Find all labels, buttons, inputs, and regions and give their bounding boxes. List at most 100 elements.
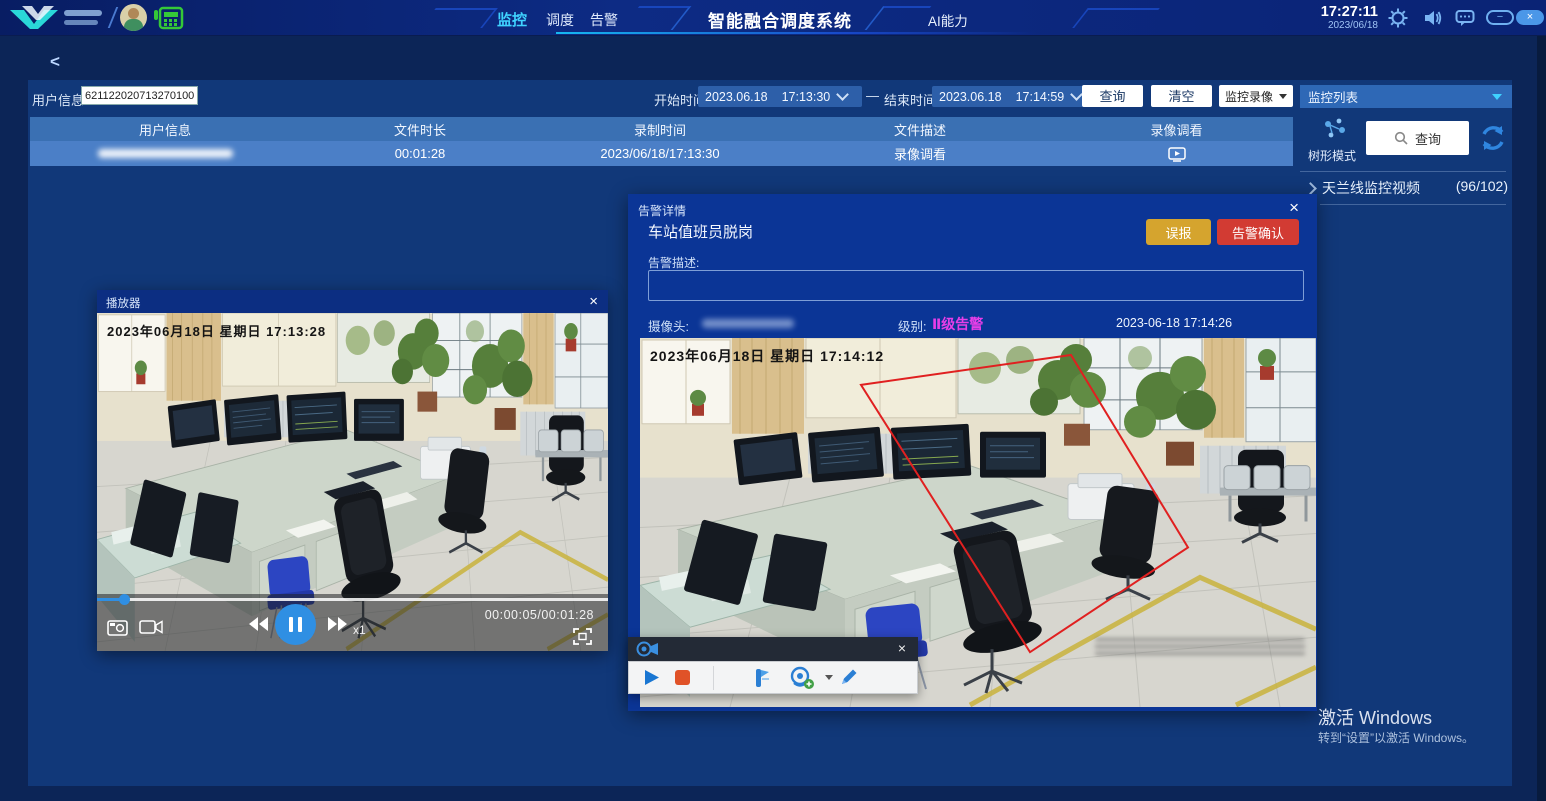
- start-time-picker[interactable]: 2023.06.18 17:13:30: [698, 86, 862, 107]
- rewind-icon[interactable]: [249, 617, 269, 631]
- back-button[interactable]: <: [50, 52, 60, 72]
- brand-divider: [108, 7, 118, 28]
- cell-user-blurred: [30, 146, 300, 161]
- stop-button[interactable]: [675, 670, 690, 685]
- alarm-desc-label: 告警描述:: [648, 254, 699, 271]
- clock-time: 17:27:11: [1320, 4, 1378, 20]
- sidebar-divider: [1300, 171, 1506, 172]
- blurred-watermark: [1095, 638, 1305, 656]
- tab-dispatch[interactable]: 调度: [546, 10, 574, 30]
- table-row[interactable]: 00:01:28 2023/06/18/17:13:30 录像调看: [30, 141, 1293, 166]
- brand-logo: [8, 4, 108, 31]
- video-timestamp: 2023年06月18日 星期日 17:13:28: [107, 321, 326, 340]
- tab-ai[interactable]: AI能力: [928, 10, 968, 30]
- monitor-list-header[interactable]: 监控列表: [1300, 85, 1512, 108]
- pause-button[interactable]: [275, 604, 316, 645]
- window-close-button[interactable]: ×: [1516, 10, 1544, 25]
- deco-line: [420, 8, 498, 28]
- monitor-list-title: 监控列表: [1308, 87, 1358, 106]
- caret-down-icon: [1279, 94, 1287, 99]
- user-info-label: 用户信息: [32, 90, 84, 109]
- speed-label[interactable]: x1: [353, 623, 366, 637]
- alarm-desc-input[interactable]: [648, 270, 1304, 301]
- cell-duration: 00:01:28: [300, 146, 540, 161]
- deco-line: [1072, 8, 1160, 28]
- tab-monitor[interactable]: 监控: [497, 9, 527, 30]
- windows-activate-subtext: 转到“设置”以激活 Windows。: [1318, 729, 1474, 746]
- record-toolbar-body: [628, 661, 918, 694]
- progress-handle[interactable]: [119, 594, 130, 605]
- sidebar-search-label: 查询: [1415, 129, 1441, 148]
- user-avatar[interactable]: [120, 4, 147, 31]
- app-window: 监控 调度 告警 智能融合调度系统 AI能力 17:27:11 2023/06/…: [0, 0, 1546, 801]
- camera-name-blurred: [702, 319, 794, 328]
- fullscreen-icon[interactable]: [573, 628, 592, 645]
- snapshot-icon[interactable]: [107, 618, 128, 636]
- tab-alarm[interactable]: 告警: [590, 10, 618, 30]
- caret-down-icon[interactable]: [825, 675, 833, 680]
- player-close-icon[interactable]: ×: [589, 293, 598, 310]
- col-view: 录像调看: [1060, 120, 1293, 139]
- record-toolbar-titlebar: ×: [628, 637, 918, 661]
- player-video-frame[interactable]: 2023年06月18日 星期日 17:13:28: [97, 313, 608, 651]
- refresh-icon[interactable]: [1478, 123, 1508, 153]
- record-type-dropdown[interactable]: 监控录像: [1219, 85, 1293, 107]
- col-record-time: 录制时间: [540, 120, 780, 139]
- progress-track[interactable]: [97, 598, 608, 601]
- search-icon: [1394, 131, 1408, 145]
- view-recording-icon[interactable]: [1168, 147, 1186, 162]
- cell-record-time: 2023/06/18/17:13:30: [540, 146, 780, 161]
- top-bar: 监控 调度 告警 智能融合调度系统 AI能力 17:27:11 2023/06/…: [0, 0, 1546, 36]
- sidebar-item-line[interactable]: 天兰线监控视频: [1322, 178, 1420, 198]
- toolbar-close-icon[interactable]: ×: [898, 640, 906, 656]
- start-time-value: 17:13:30: [782, 90, 831, 104]
- dialog-close-icon[interactable]: ×: [1289, 198, 1299, 218]
- play-time: 00:00:05/00:01:28: [485, 608, 594, 622]
- user-info-input[interactable]: [81, 86, 198, 105]
- player-title: 播放器: [106, 295, 141, 311]
- chevron-down-icon: [836, 88, 849, 101]
- minimize-button[interactable]: −: [1486, 10, 1514, 25]
- edit-pencil-icon[interactable]: [839, 667, 859, 687]
- tree-mode-icon[interactable]: [1322, 118, 1348, 142]
- caret-down-icon: [1492, 94, 1502, 100]
- alarm-confirm-button[interactable]: 告警确认: [1217, 219, 1299, 245]
- alarm-name: 车站值班员脱岗: [648, 221, 753, 242]
- toolbar-divider: [713, 666, 714, 690]
- end-time-value: 17:14:59: [1016, 90, 1065, 104]
- intercom-icon[interactable]: [152, 6, 188, 30]
- settings-gear-icon[interactable]: [1388, 8, 1408, 28]
- end-time-label: 结束时间: [884, 90, 936, 109]
- search-button[interactable]: 查询: [1082, 85, 1143, 107]
- deco-line: [621, 6, 692, 30]
- alarm-detail-dialog: 告警详情 × 车站值班员脱岗 误报 告警确认 告警描述: 摄像头: 级别: Ⅱ级…: [628, 194, 1317, 711]
- windows-activate-text: 激活 Windows: [1318, 704, 1432, 730]
- record-video-icon[interactable]: [139, 619, 163, 635]
- camera-icon: [636, 641, 660, 657]
- sidebar-item-count: (96/102): [1425, 178, 1508, 194]
- deco-line: [865, 6, 932, 30]
- tag-marker-icon[interactable]: [753, 667, 771, 689]
- table-header: 用户信息 文件时长 录制时间 文件描述 录像调看: [30, 117, 1293, 141]
- player-window: 播放器 × 2023年06月18日 星期日 17:13:28: [97, 290, 608, 651]
- fast-forward-icon[interactable]: [327, 617, 347, 631]
- tree-mode-label: 树形模式: [1304, 147, 1360, 164]
- webcam-add-icon[interactable]: [789, 666, 815, 690]
- sidebar-divider: [1320, 204, 1506, 205]
- app-title: 智能融合调度系统: [688, 7, 872, 32]
- speaker-icon[interactable]: [1423, 8, 1443, 28]
- cell-description: 录像调看: [780, 144, 1060, 163]
- end-time-picker[interactable]: 2023.06.18 17:14:59: [932, 86, 1096, 107]
- play-button[interactable]: [643, 669, 660, 686]
- false-alarm-button[interactable]: 误报: [1146, 219, 1211, 245]
- sidebar-search-button[interactable]: 查询: [1366, 121, 1469, 155]
- col-duration: 文件时长: [300, 120, 540, 139]
- range-dash: —: [866, 88, 879, 103]
- player-titlebar: 播放器 ×: [97, 290, 608, 313]
- chat-icon[interactable]: [1455, 8, 1475, 28]
- col-user-info: 用户信息: [30, 120, 300, 139]
- camera-label: 摄像头:: [648, 316, 689, 335]
- col-description: 文件描述: [780, 120, 1060, 139]
- clear-button[interactable]: 清空: [1151, 85, 1212, 107]
- level-label: 级别:: [898, 316, 926, 335]
